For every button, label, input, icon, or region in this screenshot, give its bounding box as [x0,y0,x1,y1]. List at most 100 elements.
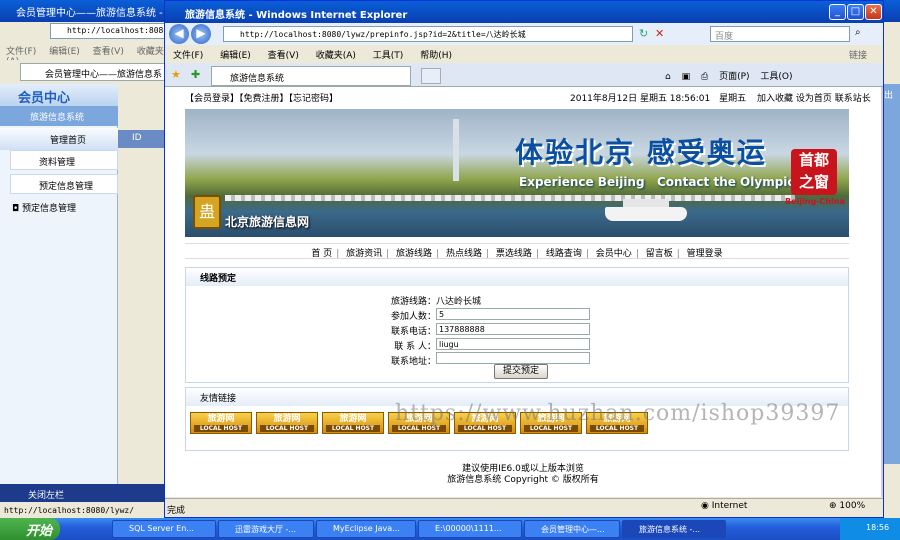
booking-header: 线路预定 [186,268,848,286]
back-nav-home[interactable]: 管理首页 [0,128,118,150]
page-menu[interactable]: 页面(P) [719,72,749,82]
menu-file[interactable]: 文件(F) [173,51,203,61]
friend-link-3[interactable]: 旅游网 LOCAL HOST [322,412,384,434]
minimize-button[interactable]: _ [829,4,846,20]
boat-shape [605,207,687,221]
nav-member-center[interactable]: 会员中心 [596,249,632,259]
submit-booking-button[interactable]: 提交预定 [494,364,548,379]
menu-tools[interactable]: 工具(T) [373,51,404,61]
back-status-url: http://localhost:8080/lywz/ [0,504,168,518]
menu-favorites[interactable]: 收藏夹(A) [316,51,356,61]
friend-link-2[interactable]: 旅游网 LOCAL HOST [256,412,318,434]
nav-voted-routes[interactable]: 票选线路 [496,249,532,259]
nav-travel-news[interactable]: 旅游资讯 [346,249,382,259]
new-tab-button[interactable] [421,68,441,84]
back-menu-edit[interactable]: 编辑(E) [49,47,80,57]
ie-title: 旅游信息系统 - Windows Internet Explorer [165,1,883,23]
home-icon[interactable]: ⌂ [665,72,671,82]
task-explorer-folder[interactable]: E:\00000\1111... [418,520,522,538]
search-input[interactable]: 百度 [710,26,850,42]
back-item-profile[interactable]: 资料管理 [10,150,118,170]
booking-panel: 线路预定 旅游线路： 八达岭长城 参加人数： 5 联系电话： 137888888… [185,267,849,383]
nav-home[interactable]: 首 页 [311,249,332,259]
back-menubar: 文件(F) 编辑(E) 查看(V) 收藏夹(A) [0,41,168,67]
friend-link-label: 旅游网 [207,414,235,424]
back-item-booking[interactable]: 预定信息管理 [10,174,118,194]
task-member-center[interactable]: 会员管理中心—... [524,520,620,538]
task-travel-system[interactable]: 旅游信息系统 -... [622,520,726,538]
banner-site-name: 北京旅游信息网 [225,215,310,229]
back-menu-file[interactable]: 文件(F) [6,47,36,57]
nav-admin-login[interactable]: 管理登录 [687,249,723,259]
people-input[interactable]: 5 [436,308,590,320]
back-exit-link[interactable]: 出 [884,88,893,101]
back-id-header: ID [118,130,168,148]
weekday: 星期五 [719,94,747,104]
back-menu-view[interactable]: 查看(V) [93,47,124,57]
friend-link-sub: LOCAL HOST [260,425,314,432]
nav-routes[interactable]: 旅游线路 [396,249,432,259]
start-button[interactable]: 开始 [0,518,60,540]
friend-link-sub: LOCAL HOST [458,425,512,432]
banner: 体验北京 感受奥运 Experience Beijing Contact the… [185,109,849,237]
zoom-control[interactable]: ⊕ 100% [829,501,889,511]
links-label[interactable]: 链接 [849,48,867,61]
phone-input[interactable]: 137888888 [436,323,590,335]
feed-icon[interactable]: ▣ [682,72,691,82]
back-item-booking-2[interactable]: ◘ 预定信息管理 [12,201,76,214]
globe-icon: ◉ [701,501,712,511]
status-zone-label: Internet [711,501,748,511]
search-icon[interactable]: ⌕ [855,27,861,38]
favorites-star-icon[interactable]: ★ [171,68,181,81]
tools-menu[interactable]: 工具(O) [760,72,792,82]
vertical-scrollbar[interactable] [881,87,883,497]
phone-label: 联系电话： [390,327,436,337]
friend-link-sub: LOCAL HOST [326,425,380,432]
capital-seal: 首都 之窗 [791,149,837,195]
refresh-icon[interactable]: ↻ [639,27,648,40]
back-address-bar[interactable]: http://localhost:8080 [50,23,168,39]
address-input[interactable] [436,352,590,364]
friend-link-sub: LOCAL HOST [392,425,446,432]
ie-menubar: 文件(F) 编辑(E) 查看(V) 收藏夹(A) 工具(T) 帮助(H) [165,45,883,62]
menu-edit[interactable]: 编辑(E) [220,51,251,61]
top-actions[interactable]: 加入收藏 设为首页 联系站长 [757,94,871,104]
address-bar[interactable]: http://localhost:8080/lywz/prepinfo.jsp?… [223,26,633,42]
close-left-pane-button[interactable]: 关闭左栏 [0,484,168,502]
back-item-booking-2-label: 预定信息管理 [21,204,76,214]
address-label: 联系地址： [390,357,436,367]
task-myeclipse[interactable]: MyEclipse Java... [316,520,416,538]
stop-icon[interactable]: ✕ [655,27,664,40]
member-center-heading: 会员中心 [0,84,118,106]
nav-guestbook[interactable]: 留言板 [646,249,673,259]
zoom-level: 100% [839,501,866,511]
back-arrow-icon[interactable]: ◀ [169,24,189,44]
friend-link-sub: LOCAL HOST [524,425,578,432]
ie-window: 旅游信息系统 - Windows Internet Explorer _ □ ✕… [164,0,884,518]
route-value: 八达岭长城 [436,297,482,307]
status-text: 完成 [167,506,186,516]
task-game-hall[interactable]: 迅雷游戏大厅 -... [218,520,314,538]
add-favorite-icon[interactable]: ✚ [191,68,200,81]
menu-help[interactable]: 帮助(H) [420,51,452,61]
back-tab[interactable]: 会员管理中心——旅游信息系 [20,63,166,81]
main-nav: 首 页 | 旅游资讯 | 旅游线路 | 热点线路 | 票选线路 | 线路查询 | 会员中心 |… [185,243,849,259]
forward-arrow-icon[interactable]: ▶ [191,24,211,44]
tab-active[interactable]: 旅游信息系统 [211,66,411,86]
task-sql-server[interactable]: SQL Server En... [112,520,216,538]
watermark-text: https://www.huzhan.com/ishop39397 [395,401,841,426]
site-logo-icon: 蛊 [193,195,221,229]
people-label: 参加人数： [390,312,436,322]
friend-link-1[interactable]: 旅游网 LOCAL HOST [190,412,252,434]
tower-shape [453,119,459,181]
nav-route-search[interactable]: 线路查询 [546,249,582,259]
member-links[interactable]: 【会员登录】【免费注册】【忘记密码】 [185,91,338,104]
nav-hot-routes[interactable]: 热点线路 [446,249,482,259]
menu-view[interactable]: 查看(V) [268,51,299,61]
page-content: 【会员登录】【免费注册】【忘记密码】 2011年8月12日 星期五 18:56:… [165,87,881,497]
print-icon[interactable]: ⎙ [701,72,708,82]
maximize-button[interactable]: □ [847,4,864,20]
close-button[interactable]: ✕ [865,4,882,20]
footer-copyright: 旅游信息系统 Copyright © 版权所有 [447,475,599,485]
contact-input[interactable]: liugu [436,338,590,350]
